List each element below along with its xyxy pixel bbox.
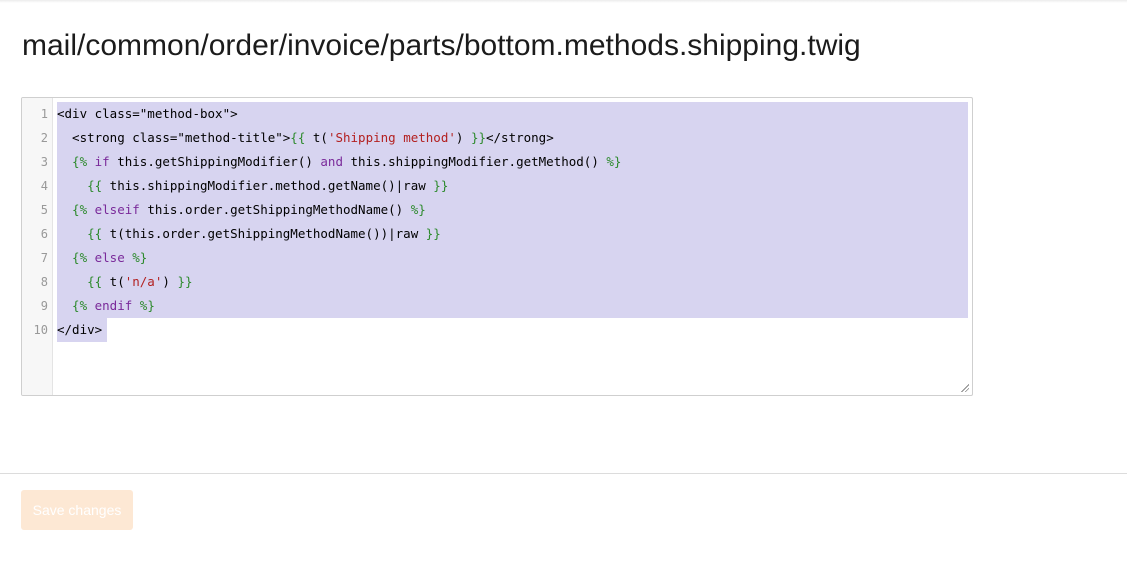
code-line-text: {% endif %} [57,294,155,318]
code-token: if [87,154,110,169]
save-changes-button[interactable]: Save changes [21,490,133,530]
selection-highlight [57,246,968,270]
code-area[interactable]: 1 <div class="method-box"> 2 <strong class… [34,102,968,342]
code-token: %} [606,154,622,169]
code-token: }} [470,130,486,145]
code-line[interactable]: 5 {% elseif this.order.getShippingMethod… [41,198,968,222]
code-token: %} [124,250,148,265]
code-token: ) [455,130,471,145]
code-token: this.shippingModifier.getMethod() [342,154,607,169]
code-token: this.getShippingModifier() [109,154,321,169]
code-token: {% [57,154,88,169]
code-line[interactable]: 8 {{ t('n/a') }} [41,270,968,294]
code-line[interactable]: 2 <strong class="method-title">{{ t('Shi… [41,126,968,150]
line-number: 2 [40,131,48,145]
code-token: {{ [290,130,306,145]
line-number: 7 [40,251,48,265]
top-shadow [0,0,1127,3]
line-number: 5 [40,203,48,217]
code-token: }} [177,274,193,289]
code-token: %} [132,298,155,313]
line-number: 4 [40,179,48,193]
code-token: this.order.getShippingMethodName() [139,202,411,217]
code-token: this.shippingModifier.method.getName()|r… [102,178,434,193]
code-line-text: {{ t('n/a') }} [57,270,193,294]
line-number: 9 [40,299,48,313]
code-token: %} [410,202,426,217]
line-number: 8 [40,275,48,289]
code-token: </strong> [486,130,554,145]
code-line[interactable]: 9 {% endif %} [41,294,968,318]
code-line-text: <div class="method-box"> [57,102,238,126]
code-token: {% [57,250,88,265]
line-number: 3 [40,155,48,169]
code-token: }} [433,178,449,193]
code-token: else [87,250,125,265]
code-token: elseif [87,202,140,217]
code-token: {{ [57,226,103,241]
code-token: 'n/a' [124,274,163,289]
code-line-text: {{ this.shippingModifier.method.getName(… [57,174,448,198]
selection-highlight [57,294,968,318]
code-token: {{ [57,178,103,193]
code-line-text: </div> [57,318,102,342]
code-line[interactable]: 10 </div> [34,318,968,342]
resize-handle-icon[interactable] [960,383,969,392]
code-token: <strong class="method-title"> [57,130,291,145]
code-token: <div class="method-box"> [57,106,238,121]
footer-divider [0,473,1127,474]
code-token: {% [57,202,88,217]
code-token: t(this.order.getShippingMethodName())|ra… [102,226,426,241]
code-line[interactable]: 1 <div class="method-box"> [41,102,968,126]
code-token: }} [425,226,441,241]
code-line[interactable]: 3 {% if this.getShippingModifier() and t… [41,150,968,174]
code-token: t( [102,274,125,289]
line-number: 1 [40,107,48,121]
code-editor[interactable]: 1 <div class="method-box"> 2 <strong class… [21,97,973,396]
line-number: 6 [40,227,48,241]
code-line[interactable]: 7 {% else %} [41,246,968,270]
code-token: {{ [57,274,103,289]
code-line-text: {% if this.getShippingModifier() and thi… [57,150,621,174]
code-token: {% [57,298,88,313]
code-token: </div> [57,322,103,337]
selection-highlight [57,270,968,294]
code-line-text: {% else %} [57,246,147,270]
code-line-text: {% elseif this.order.getShippingMethodNa… [57,198,426,222]
page-title: mail/common/order/invoice/parts/bottom.m… [22,29,861,62]
code-line-text: {{ t(this.order.getShippingMethodName())… [57,222,441,246]
code-token: endif [87,298,133,313]
code-token: t( [305,130,328,145]
line-number: 10 [33,323,48,337]
code-token: ) [162,274,178,289]
code-token: and [320,154,343,169]
code-line[interactable]: 4 {{ this.shippingModifier.method.getNam… [41,174,968,198]
code-line[interactable]: 6 {{ t(this.order.getShippingMethodName(… [41,222,968,246]
code-token: 'Shipping method' [327,130,456,145]
code-line-text: <strong class="method-title">{{ t('Shipp… [57,126,554,150]
